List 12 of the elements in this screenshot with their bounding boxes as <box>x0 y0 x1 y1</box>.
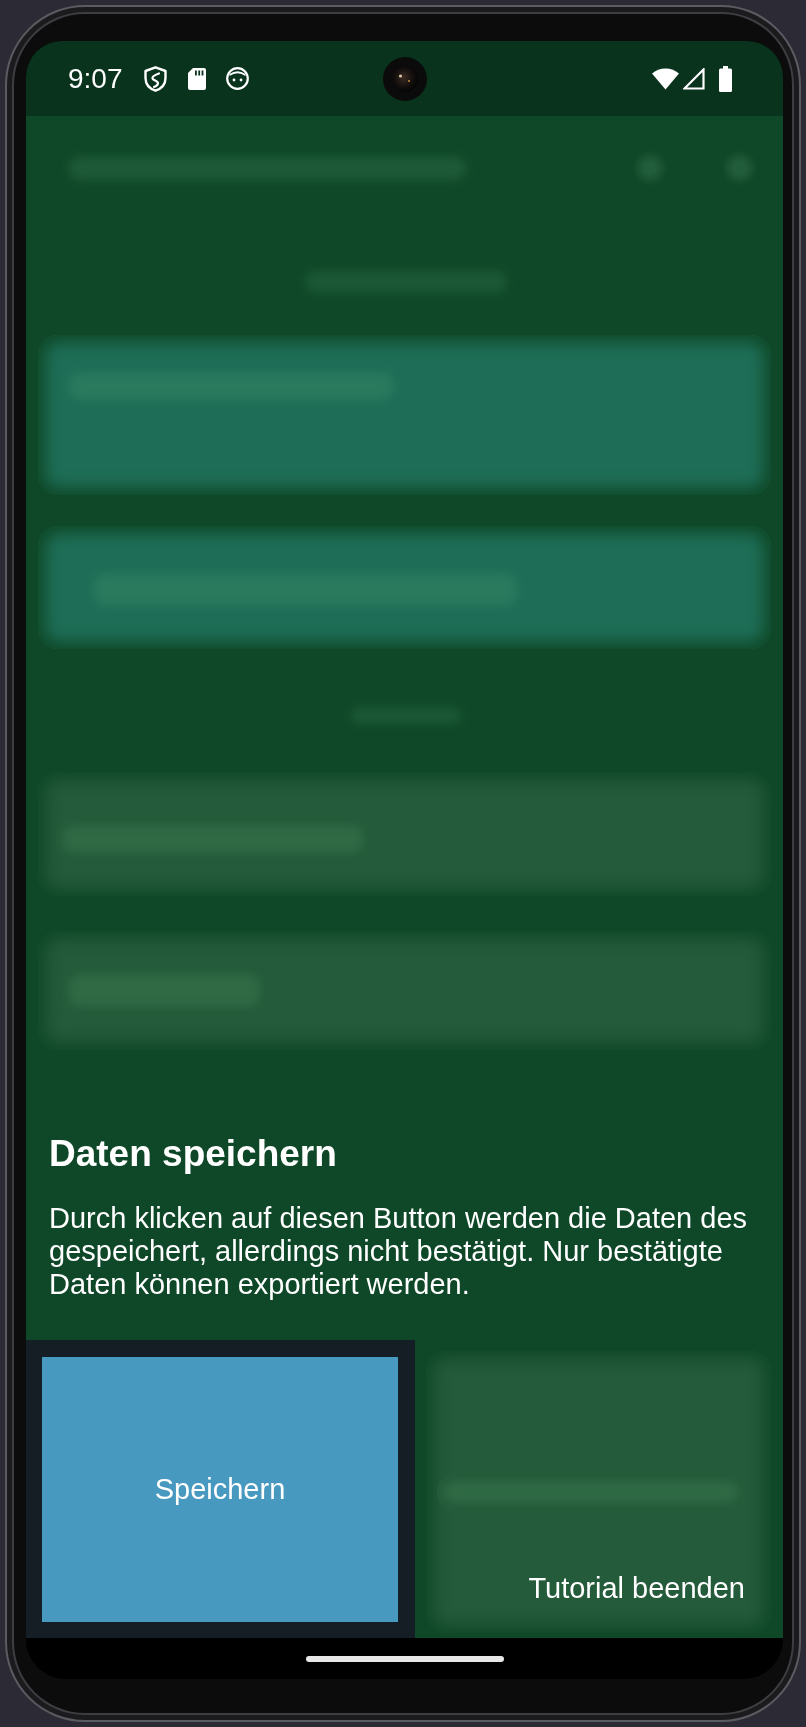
round-face-icon <box>225 67 249 90</box>
sd-card-icon <box>187 67 206 90</box>
camera-lens-icon <box>383 57 427 101</box>
tutorial-description: Durch klicken auf diesen Button werden die Daten des gespeichert, allerdings nicht bestätigt. Nur bestätigte Daten können exportiert werden. <box>49 1202 749 1301</box>
shield-icon <box>143 65 167 92</box>
end-tutorial-button[interactable]: Tutorial beenden <box>516 1566 757 1611</box>
signal-icon <box>683 67 705 90</box>
battery-icon <box>719 65 732 92</box>
status-time: 9:07 <box>68 62 123 95</box>
wifi-icon <box>652 67 679 90</box>
home-indicator[interactable] <box>305 1655 504 1662</box>
tutorial-title: Daten speichern <box>49 1132 338 1176</box>
